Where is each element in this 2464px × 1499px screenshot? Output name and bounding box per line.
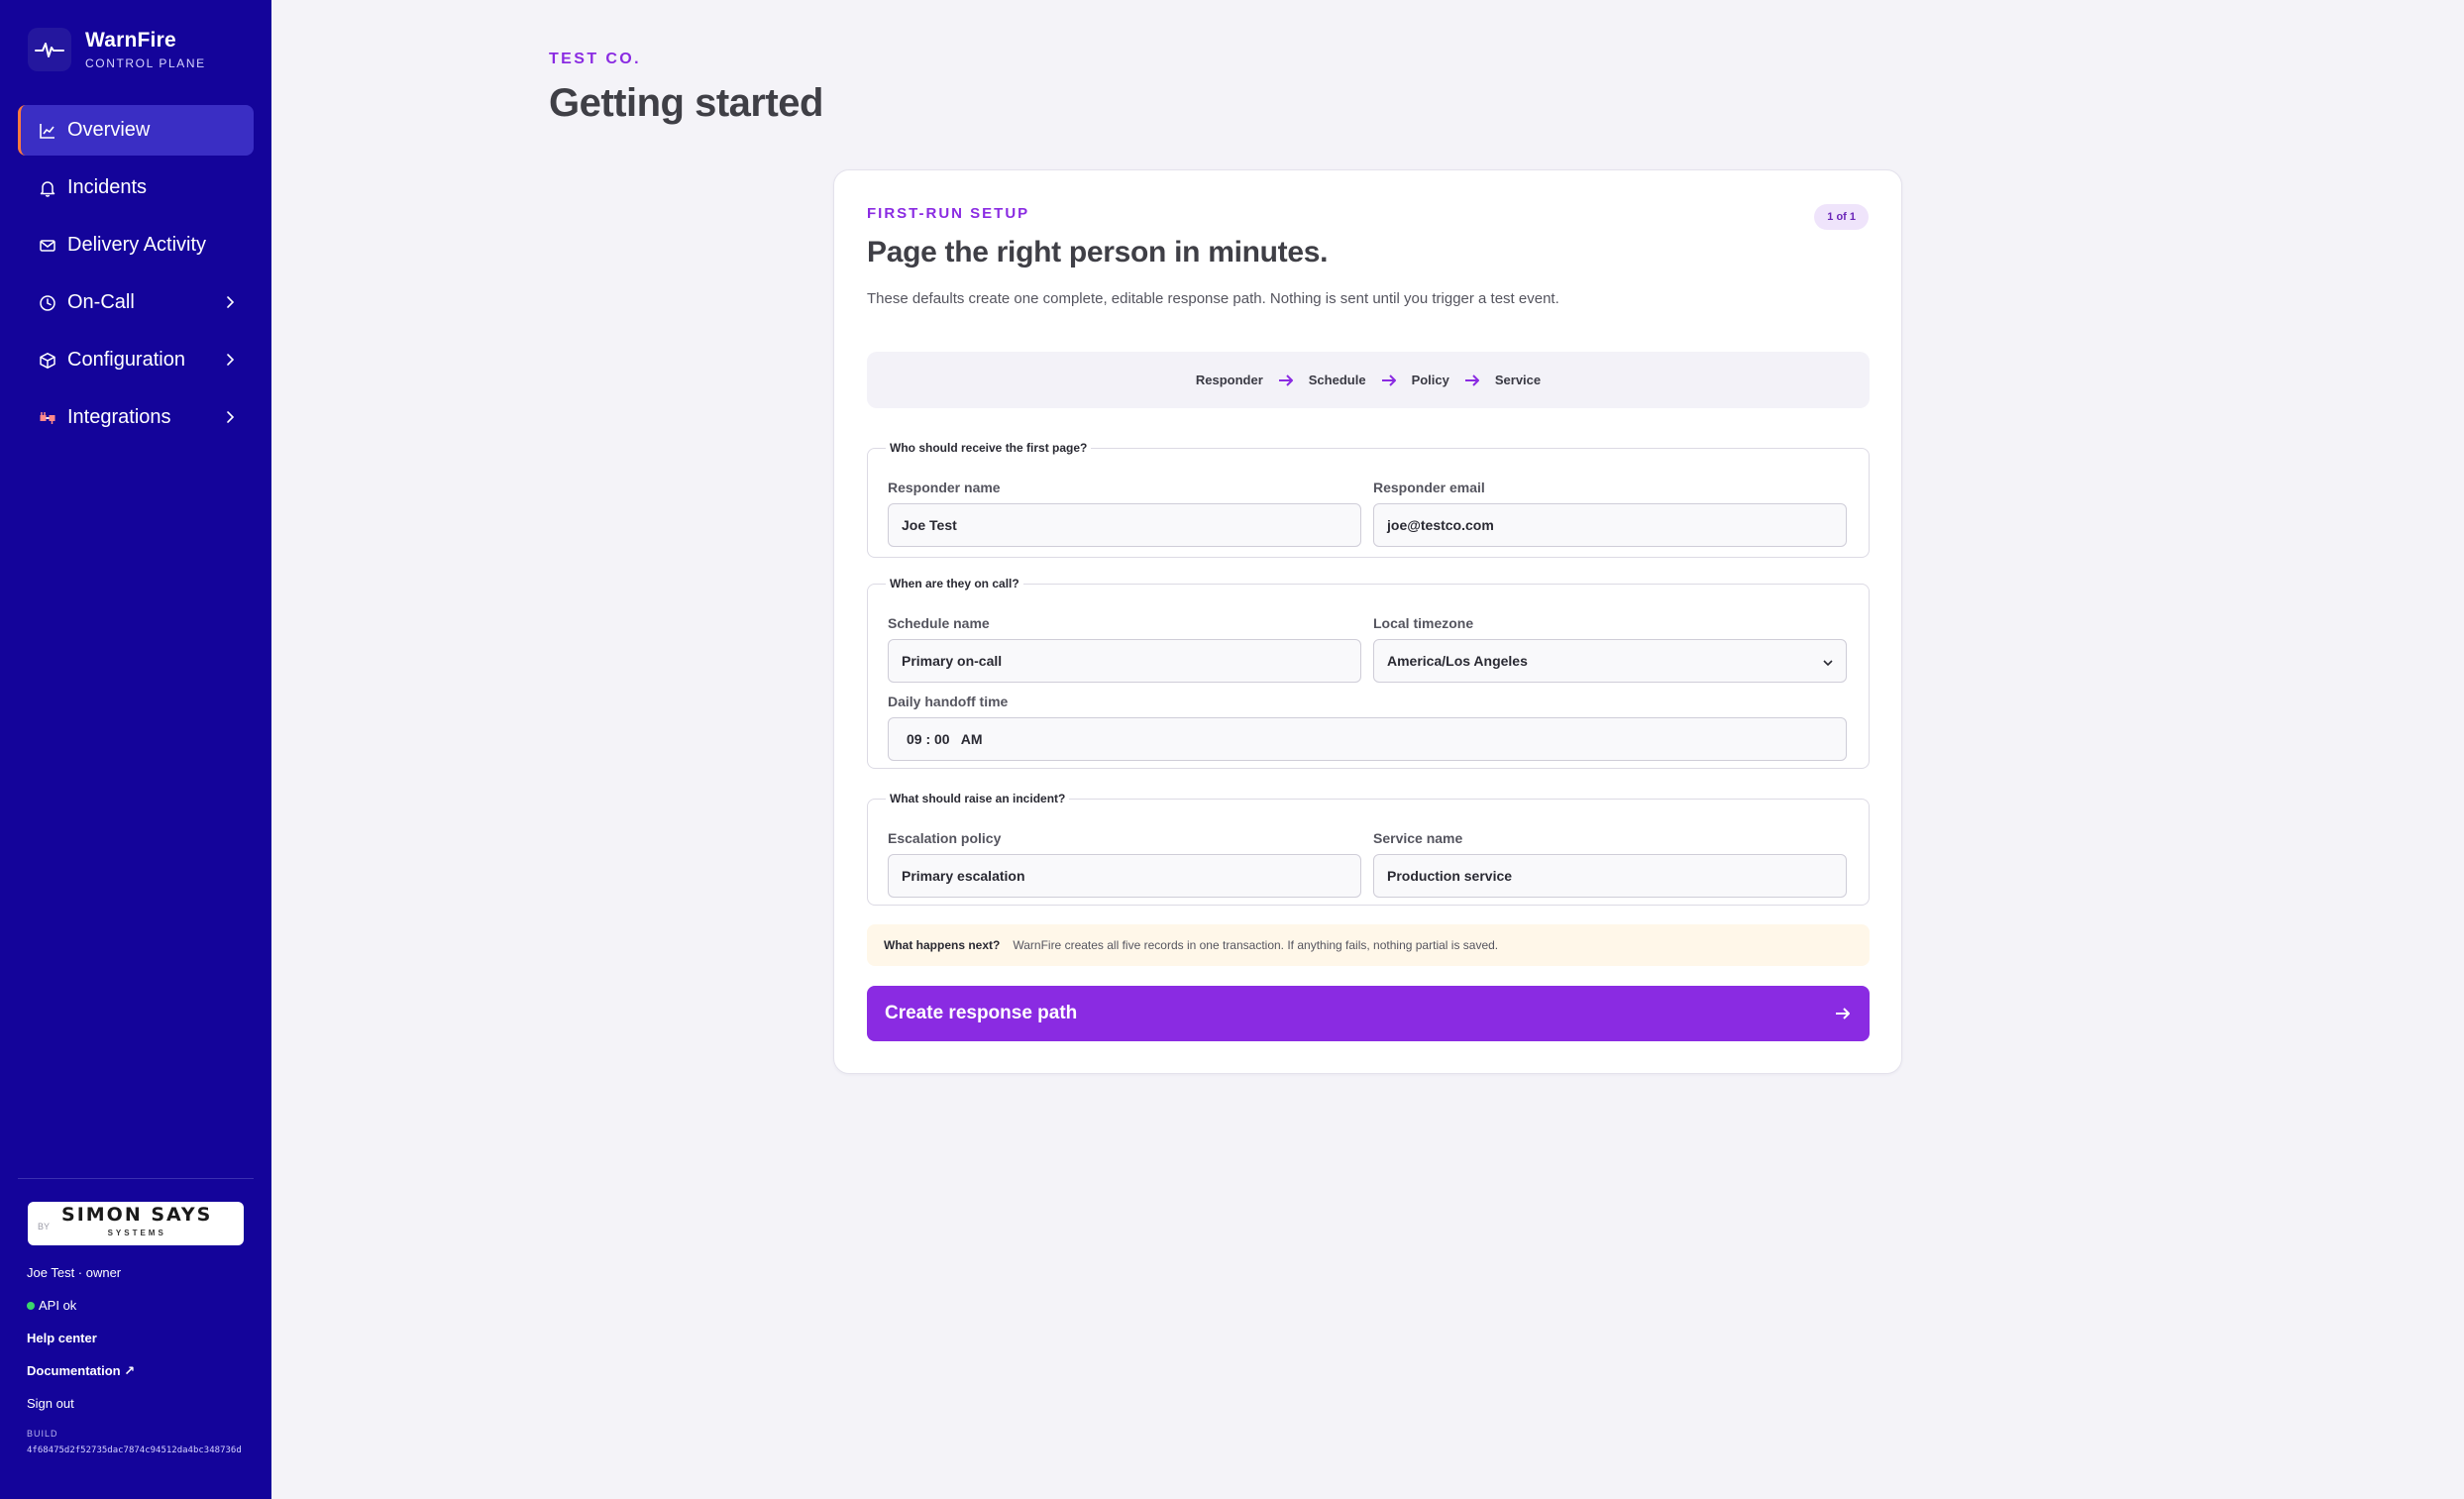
help-center-link[interactable]: Help center: [27, 1331, 97, 1345]
cta-label: Create response path: [885, 1003, 1078, 1023]
setup-card: FIRST-RUN SETUP 1 of 1 Page the right pe…: [833, 169, 1902, 1074]
sidebar-item-configuration[interactable]: Configuration: [18, 335, 254, 385]
pulse-logo-icon: [28, 28, 71, 71]
responder-group: Who should receive the first page? Respo…: [867, 441, 1870, 558]
current-user: Joe Test · owner: [27, 1265, 122, 1280]
build-label: BUILD: [27, 1429, 58, 1439]
card-title: Page the right person in minutes.: [867, 236, 1329, 268]
step-responder: Responder: [1195, 373, 1263, 387]
step-policy: Policy: [1411, 373, 1449, 387]
step-progress: Responder Schedule Policy Service: [867, 352, 1870, 408]
sidebar-item-on-call[interactable]: On-Call: [18, 277, 254, 328]
clock-icon: [38, 293, 57, 313]
sidebar-item-overview[interactable]: Overview: [18, 105, 254, 156]
build-hash: 4f68475d2f52735dac7874c94512da4bc348736d: [27, 1445, 242, 1455]
partner-logo[interactable]: BY SIMON SAYS SYSTEMS: [28, 1202, 244, 1245]
timezone-value: America/Los Angeles: [1387, 653, 1528, 669]
org-name: TEST CO.: [549, 51, 641, 67]
step-badge: 1 of 1: [1814, 204, 1869, 230]
escalation-policy-input[interactable]: Primary escalation: [888, 854, 1361, 898]
handoff-time-label: Daily handoff time: [888, 694, 1009, 709]
api-status: API ok: [27, 1298, 76, 1313]
partner-prefix: BY: [38, 1222, 51, 1231]
note-title: What happens next?: [884, 938, 1001, 952]
sidebar-item-integrations[interactable]: Integrations: [18, 392, 254, 443]
timezone-label: Local timezone: [1373, 615, 1474, 631]
sidebar-item-label: Incidents: [67, 176, 148, 198]
timezone-select[interactable]: America/Los Angeles: [1373, 639, 1847, 683]
create-response-path-button[interactable]: Create response path: [867, 986, 1870, 1041]
responder-email-input[interactable]: joe@testco.com: [1373, 503, 1847, 547]
sidebar: WarnFire CONTROL PLANE Overview Incident…: [0, 0, 271, 1499]
bell-icon: [38, 178, 57, 198]
partner-name: SIMON SAYS: [61, 1203, 213, 1226]
step-service: Service: [1494, 373, 1542, 387]
schedule-name-label: Schedule name: [888, 615, 990, 631]
chart-line-icon: [38, 121, 57, 141]
next-steps-note: What happens next? WarnFire creates all …: [867, 924, 1870, 966]
handoff-time-input[interactable]: 09 : 00 AM: [888, 717, 1847, 761]
arrow-right-icon: [1463, 372, 1481, 389]
sidebar-nav: Overview Incidents Delivery Activity On-…: [18, 105, 254, 450]
schedule-group: When are they on call? Schedule name Pri…: [867, 577, 1870, 769]
sidebar-item-label: Overview: [67, 119, 151, 141]
chevron-right-icon: [220, 407, 240, 427]
responder-name-label: Responder name: [888, 480, 1001, 495]
escalation-policy-label: Escalation policy: [888, 830, 1002, 846]
sidebar-item-label: Integrations: [67, 406, 171, 428]
incident-group: What should raise an incident? Escalatio…: [867, 792, 1870, 906]
mail-icon: [38, 236, 57, 256]
sidebar-item-incidents[interactable]: Incidents: [18, 162, 254, 213]
card-eyebrow: FIRST-RUN SETUP: [867, 205, 1030, 222]
note-text: WarnFire creates all five records in one…: [1013, 938, 1499, 952]
api-status-label: API ok: [39, 1298, 77, 1313]
responder-email-label: Responder email: [1373, 480, 1485, 495]
responder-name-input[interactable]: Joe Test: [888, 503, 1361, 547]
sign-out-link[interactable]: Sign out: [27, 1396, 74, 1411]
plug-icon: [38, 408, 57, 428]
sidebar-item-label: Delivery Activity: [67, 234, 207, 256]
partner-wordmark: SIMON SAYS SYSTEMS: [61, 1203, 213, 1242]
cube-icon: [38, 351, 57, 371]
brand-subtitle: CONTROL PLANE: [85, 56, 206, 70]
service-name-label: Service name: [1373, 830, 1463, 846]
documentation-link[interactable]: Documentation ↗: [27, 1363, 135, 1379]
chevron-right-icon: [220, 292, 240, 312]
service-name-input[interactable]: Production service: [1373, 854, 1847, 898]
incident-legend: What should raise an incident?: [890, 792, 1066, 805]
chevron-down-icon: [1822, 656, 1834, 668]
arrow-right-icon: [1380, 372, 1398, 389]
sidebar-item-label: Configuration: [67, 349, 185, 371]
responder-legend: Who should receive the first page?: [890, 441, 1088, 455]
sidebar-item-delivery-activity[interactable]: Delivery Activity: [18, 220, 254, 270]
arrow-right-icon: [1277, 372, 1295, 389]
sidebar-item-label: On-Call: [67, 291, 135, 313]
schedule-name-input[interactable]: Primary on-call: [888, 639, 1361, 683]
page-title: Getting started: [549, 81, 823, 125]
brand-name: WarnFire: [85, 29, 176, 52]
step-schedule: Schedule: [1308, 373, 1366, 387]
chevron-right-icon: [220, 350, 240, 370]
partner-sub: SYSTEMS: [107, 1228, 166, 1237]
card-description: These defaults create one complete, edit…: [867, 290, 1559, 307]
brand[interactable]: WarnFire CONTROL PLANE: [28, 28, 206, 71]
arrow-right-icon: [1834, 1005, 1852, 1022]
sidebar-divider: [18, 1178, 254, 1179]
status-dot-icon: [27, 1301, 35, 1310]
schedule-legend: When are they on call?: [890, 577, 1019, 590]
